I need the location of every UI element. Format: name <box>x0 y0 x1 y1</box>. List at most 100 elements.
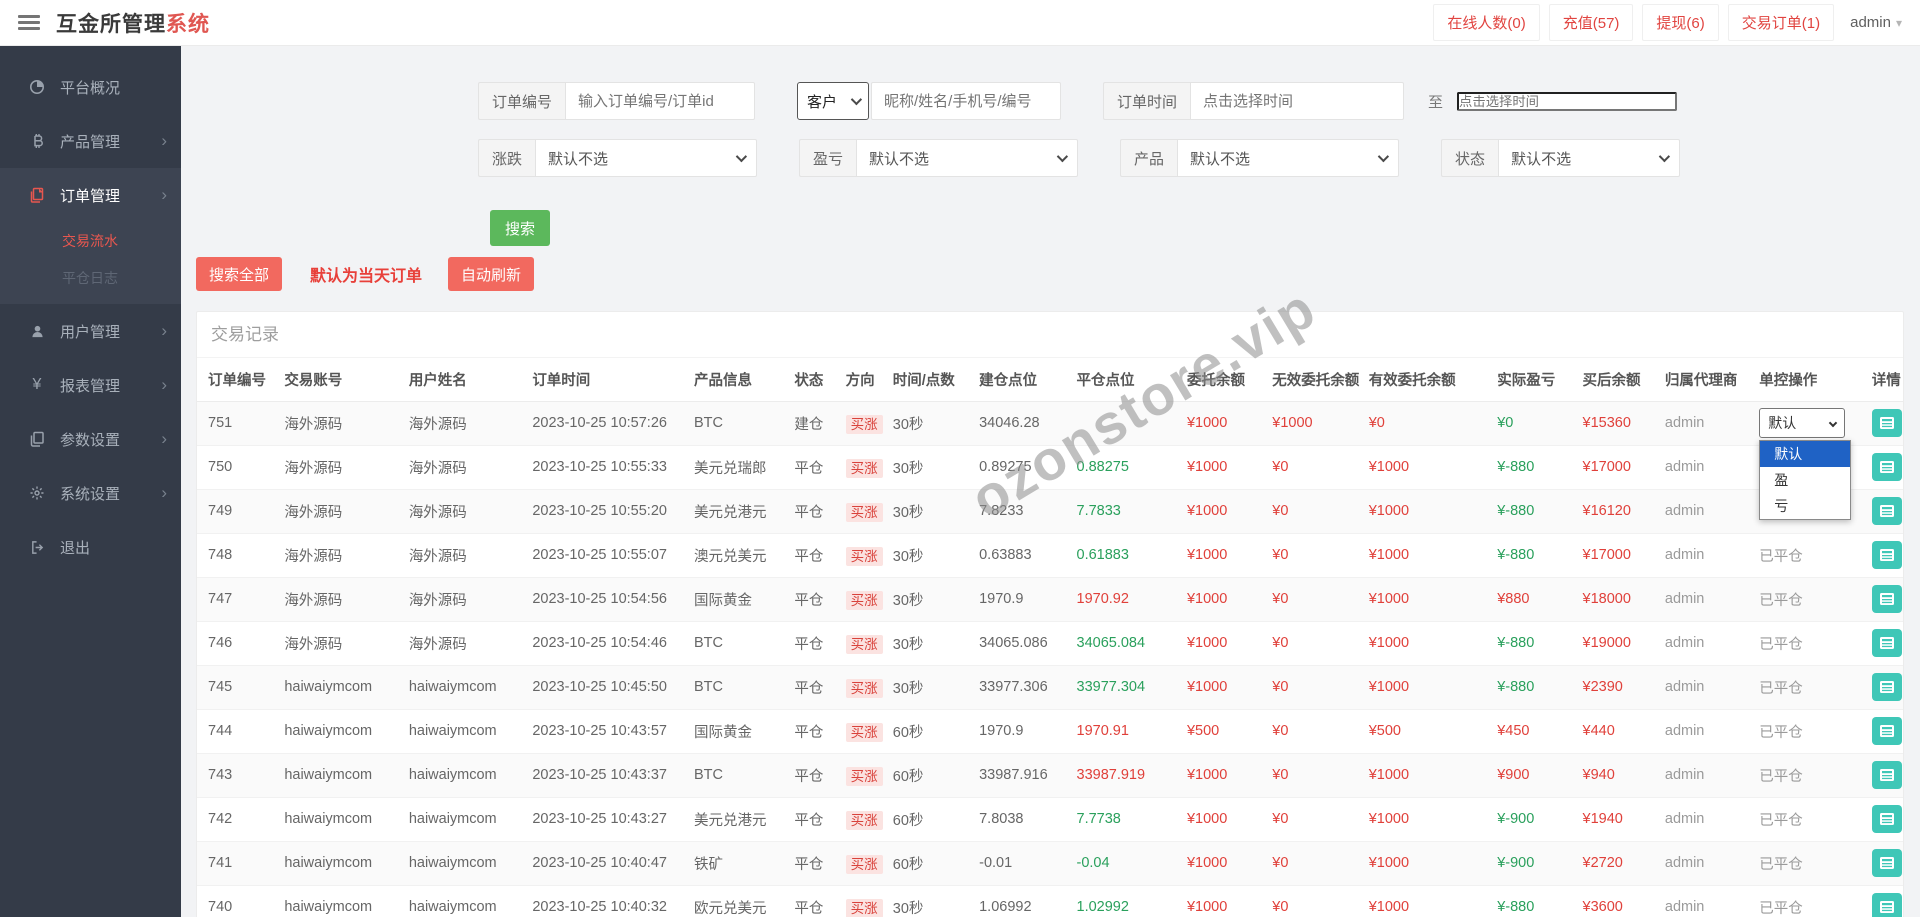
detail-button[interactable] <box>1871 541 1902 569</box>
chevron-down-icon: ▾ <box>1895 15 1902 30</box>
sidebar-item-platform-overview[interactable]: 平台概况 <box>0 60 181 114</box>
search-button[interactable]: 搜索 <box>490 210 551 246</box>
cell-username: 海外源码 <box>397 401 522 446</box>
detail-button[interactable] <box>1871 673 1902 701</box>
cell-actual-profit: ¥-880 <box>1486 445 1572 490</box>
cell-control: 已平仓 <box>1748 533 1861 578</box>
cell-entrust-balance: ¥1000 <box>1175 577 1262 622</box>
cell-open-price: 1970.9 <box>968 577 1066 622</box>
cell-close-price <box>1065 401 1176 446</box>
app-title-primary: 互金所管理 <box>56 12 166 36</box>
order-no-input[interactable] <box>565 82 756 120</box>
cell-agent: admin <box>1653 709 1749 754</box>
cell-after-balance: ¥17000 <box>1571 445 1654 490</box>
detail-button[interactable] <box>1871 629 1902 657</box>
customer-input[interactable] <box>871 82 1062 120</box>
order-time-label: 订单时间 <box>1103 82 1191 120</box>
sidebar-subitem-trade-flow[interactable]: 交易流水 <box>0 222 181 259</box>
search-all-button[interactable]: 搜索全部 <box>196 257 283 291</box>
detail-button[interactable] <box>1871 497 1902 525</box>
cell-order-time: 2023-10-25 10:55:07 <box>521 533 683 578</box>
withdraw-button[interactable]: 提现(6) <box>1642 4 1719 41</box>
product-select[interactable]: 默认不选 <box>1177 139 1400 177</box>
sidebar-item-system-settings[interactable]: 系统设置 › <box>0 466 181 520</box>
cell-status: 平仓 <box>783 885 835 917</box>
detail-button[interactable] <box>1871 893 1902 917</box>
column-header: 订单编号 <box>197 358 274 402</box>
cell-after-balance: ¥19000 <box>1571 621 1654 666</box>
sidebar-item-label: 参数设置 <box>60 431 121 449</box>
cell-order-id: 740 <box>197 885 274 917</box>
cell-direction: 买涨 <box>834 709 883 754</box>
detail-button[interactable] <box>1871 717 1902 745</box>
user-menu[interactable]: admin ▾ <box>1850 14 1902 31</box>
recharge-button[interactable]: 充值(57) <box>1548 4 1634 41</box>
cell-username: 海外源码 <box>397 577 522 622</box>
cell-after-balance: ¥940 <box>1571 753 1654 798</box>
cell-open-price: -0.01 <box>968 841 1066 886</box>
main-content: 订单编号 客户 订单时间 至 涨跌 默认不选 <box>181 46 1920 917</box>
zhangdie-select[interactable]: 默认不选 <box>535 139 758 177</box>
detail-button[interactable] <box>1871 849 1902 877</box>
chevron-down-icon <box>1829 418 1838 428</box>
cell-duration: 60秒 <box>881 753 969 798</box>
cell-valid-entrust: ¥1000 <box>1357 753 1487 798</box>
auto-refresh-button[interactable]: 自动刷新 <box>448 257 535 291</box>
detail-icon <box>1879 769 1894 781</box>
cell-product: BTC <box>682 753 784 798</box>
sidebar-item-label: 报表管理 <box>60 377 121 395</box>
sidebar-subitem-close-log[interactable]: 平仓日志 <box>0 259 181 296</box>
detail-button[interactable] <box>1871 761 1902 789</box>
cell-duration: 30秒 <box>881 533 969 578</box>
cell-open-price: 33987.916 <box>968 753 1066 798</box>
cell-direction: 买涨 <box>834 533 883 578</box>
status-select[interactable]: 默认不选 <box>1498 139 1681 177</box>
sidebar-item-logout[interactable]: 退出 <box>0 520 181 574</box>
cell-username: 海外源码 <box>397 489 522 534</box>
detail-button[interactable] <box>1871 409 1902 437</box>
cell-close-price: 1.02992 <box>1065 885 1176 917</box>
yingkui-value: 默认不选 <box>869 150 930 168</box>
direction-badge: 买涨 <box>845 767 883 786</box>
trade-orders-button[interactable]: 交易订单(1) <box>1727 4 1835 41</box>
yingkui-select[interactable]: 默认不选 <box>856 139 1079 177</box>
dropdown-option[interactable]: 盈 <box>1760 467 1850 493</box>
cell-account: haiwaiymcom <box>273 753 398 798</box>
cell-detail <box>1860 577 1903 622</box>
cell-entrust-balance: ¥500 <box>1175 709 1262 754</box>
sidebar-item-product-management[interactable]: 产品管理 › <box>0 114 181 168</box>
cell-duration: 30秒 <box>881 621 969 666</box>
detail-button[interactable] <box>1871 805 1902 833</box>
cell-username: 海外源码 <box>397 621 522 666</box>
sidebar-item-report-management[interactable]: ¥ 报表管理 › <box>0 358 181 412</box>
cell-detail <box>1860 533 1903 578</box>
sidebar-item-parameter-settings[interactable]: 参数设置 › <box>0 412 181 466</box>
time-end-input[interactable] <box>1457 91 1678 111</box>
detail-button[interactable] <box>1871 585 1902 613</box>
product-group: 产品 默认不选 <box>1120 139 1400 177</box>
cell-entrust-balance: ¥1000 <box>1175 401 1262 446</box>
customer-group: 客户 <box>797 82 1062 120</box>
online-users-button[interactable]: 在线人数(0) <box>1433 4 1540 41</box>
sidebar-item-label: 用户管理 <box>60 323 121 341</box>
detail-button[interactable] <box>1871 453 1902 481</box>
detail-icon <box>1879 505 1894 517</box>
menu-toggle-icon[interactable] <box>18 12 40 33</box>
cell-open-price: 33977.306 <box>968 665 1066 710</box>
sidebar-item-user-management[interactable]: 用户管理 › <box>0 304 181 358</box>
detail-icon <box>1879 901 1894 913</box>
dropdown-option[interactable]: 亏 <box>1760 493 1850 519</box>
customer-type-select[interactable]: 客户 <box>797 82 870 120</box>
sidebar-subitem-label: 平仓日志 <box>62 269 118 286</box>
sidebar-item-order-management[interactable]: 订单管理 › <box>0 168 181 222</box>
detail-icon <box>1879 857 1894 869</box>
cell-duration: 30秒 <box>881 665 969 710</box>
cell-after-balance: ¥440 <box>1571 709 1654 754</box>
column-header: 建仓点位 <box>968 358 1066 402</box>
row-control-select[interactable]: 默认 <box>1759 408 1846 438</box>
time-start-input[interactable] <box>1190 82 1405 120</box>
dropdown-option[interactable]: 默认 <box>1760 440 1851 467</box>
cell-control: 已平仓 <box>1748 753 1861 798</box>
yingkui-label: 盈亏 <box>799 139 857 177</box>
cell-detail <box>1860 621 1903 666</box>
